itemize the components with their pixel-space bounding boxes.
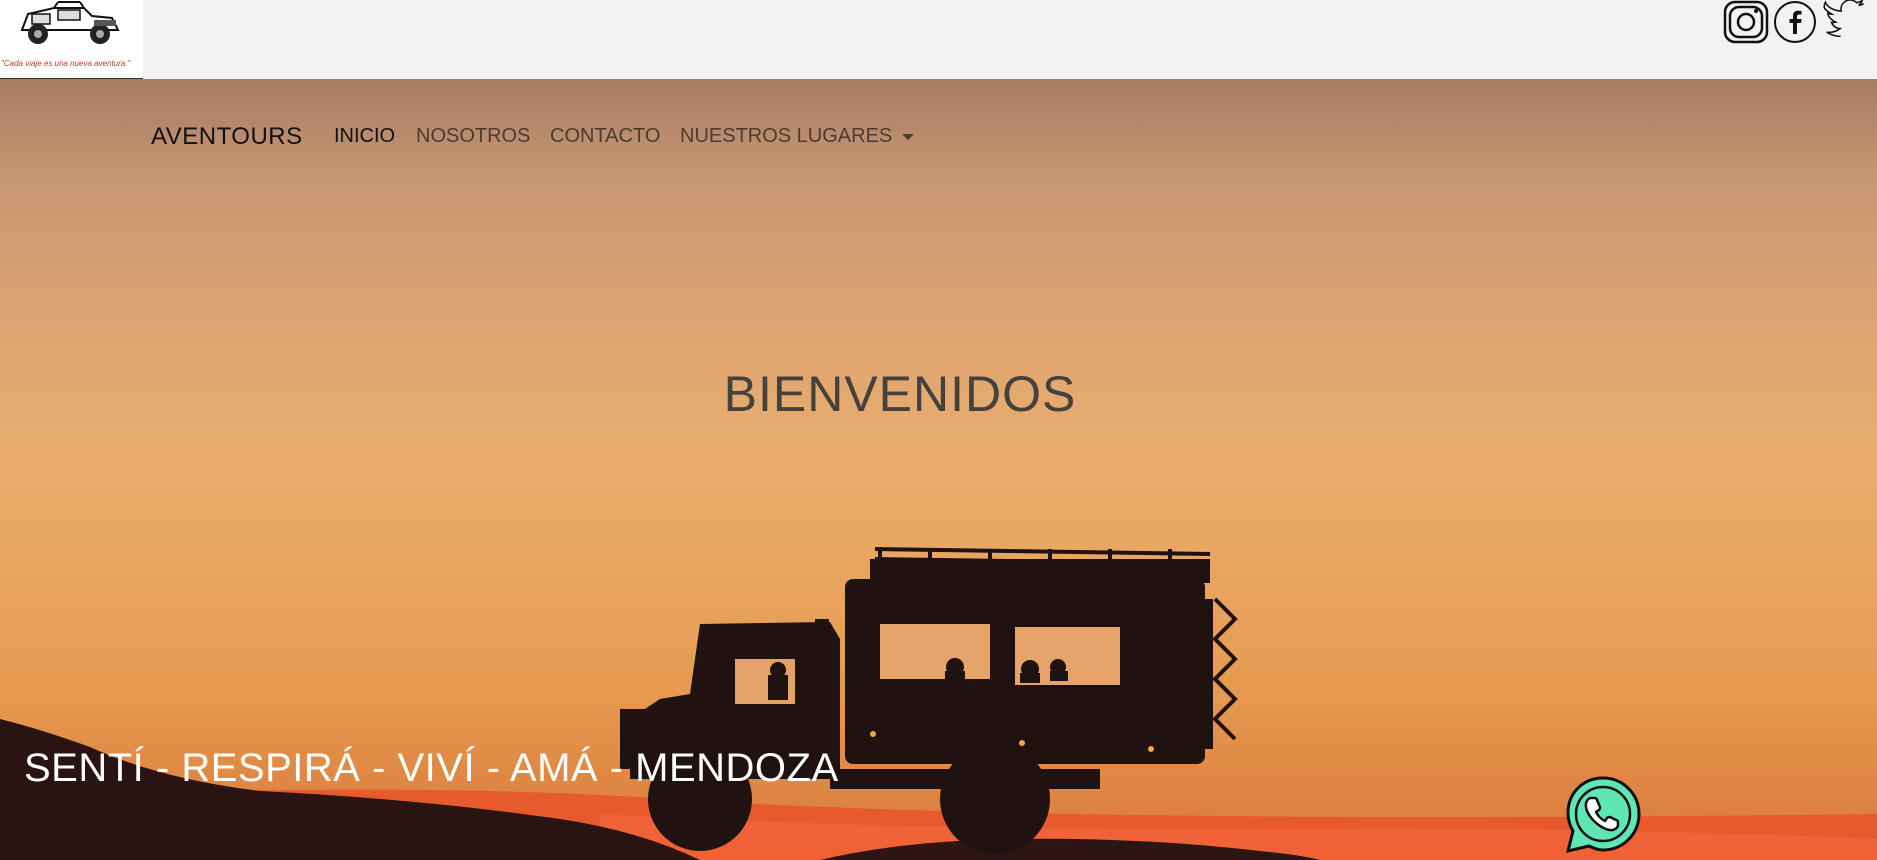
truck-silhouette-scene xyxy=(0,547,1877,860)
site-logo[interactable]: "Cada viaje es una nueva aventura." xyxy=(0,0,143,80)
whatsapp-icon[interactable] xyxy=(1563,774,1644,855)
logo-tagline: "Cada viaje es una nueva aventura." xyxy=(1,59,131,68)
instagram-icon[interactable] xyxy=(1723,0,1769,44)
brand-link[interactable]: AVENTOURS xyxy=(151,123,303,151)
nav-nuestros-lugares-label: NUESTROS LUGARES xyxy=(680,125,893,147)
hero-motto: SENTÍ - RESPIRÁ - VIVÍ - AMÁ - MENDOZA xyxy=(24,746,839,790)
nav-inicio[interactable]: INICIO xyxy=(334,125,395,148)
top-header-bar: "Cada viaje es una nueva aventura." xyxy=(0,0,1877,80)
facebook-icon[interactable] xyxy=(1773,0,1817,44)
nav-nosotros[interactable]: NOSOTROS xyxy=(416,125,530,148)
nav-contacto[interactable]: CONTACTO xyxy=(550,125,660,148)
twitter-icon[interactable] xyxy=(1822,0,1868,44)
hero-banner: AVENTOURS INICIO NOSOTROS CONTACTO NUEST… xyxy=(0,79,1877,860)
chevron-down-icon xyxy=(902,133,915,140)
hero-title: BIENVENIDOS xyxy=(723,366,1077,422)
jeep-logo-icon xyxy=(20,1,120,44)
nav-nuestros-lugares-dropdown[interactable]: NUESTROS LUGARES xyxy=(680,125,915,148)
